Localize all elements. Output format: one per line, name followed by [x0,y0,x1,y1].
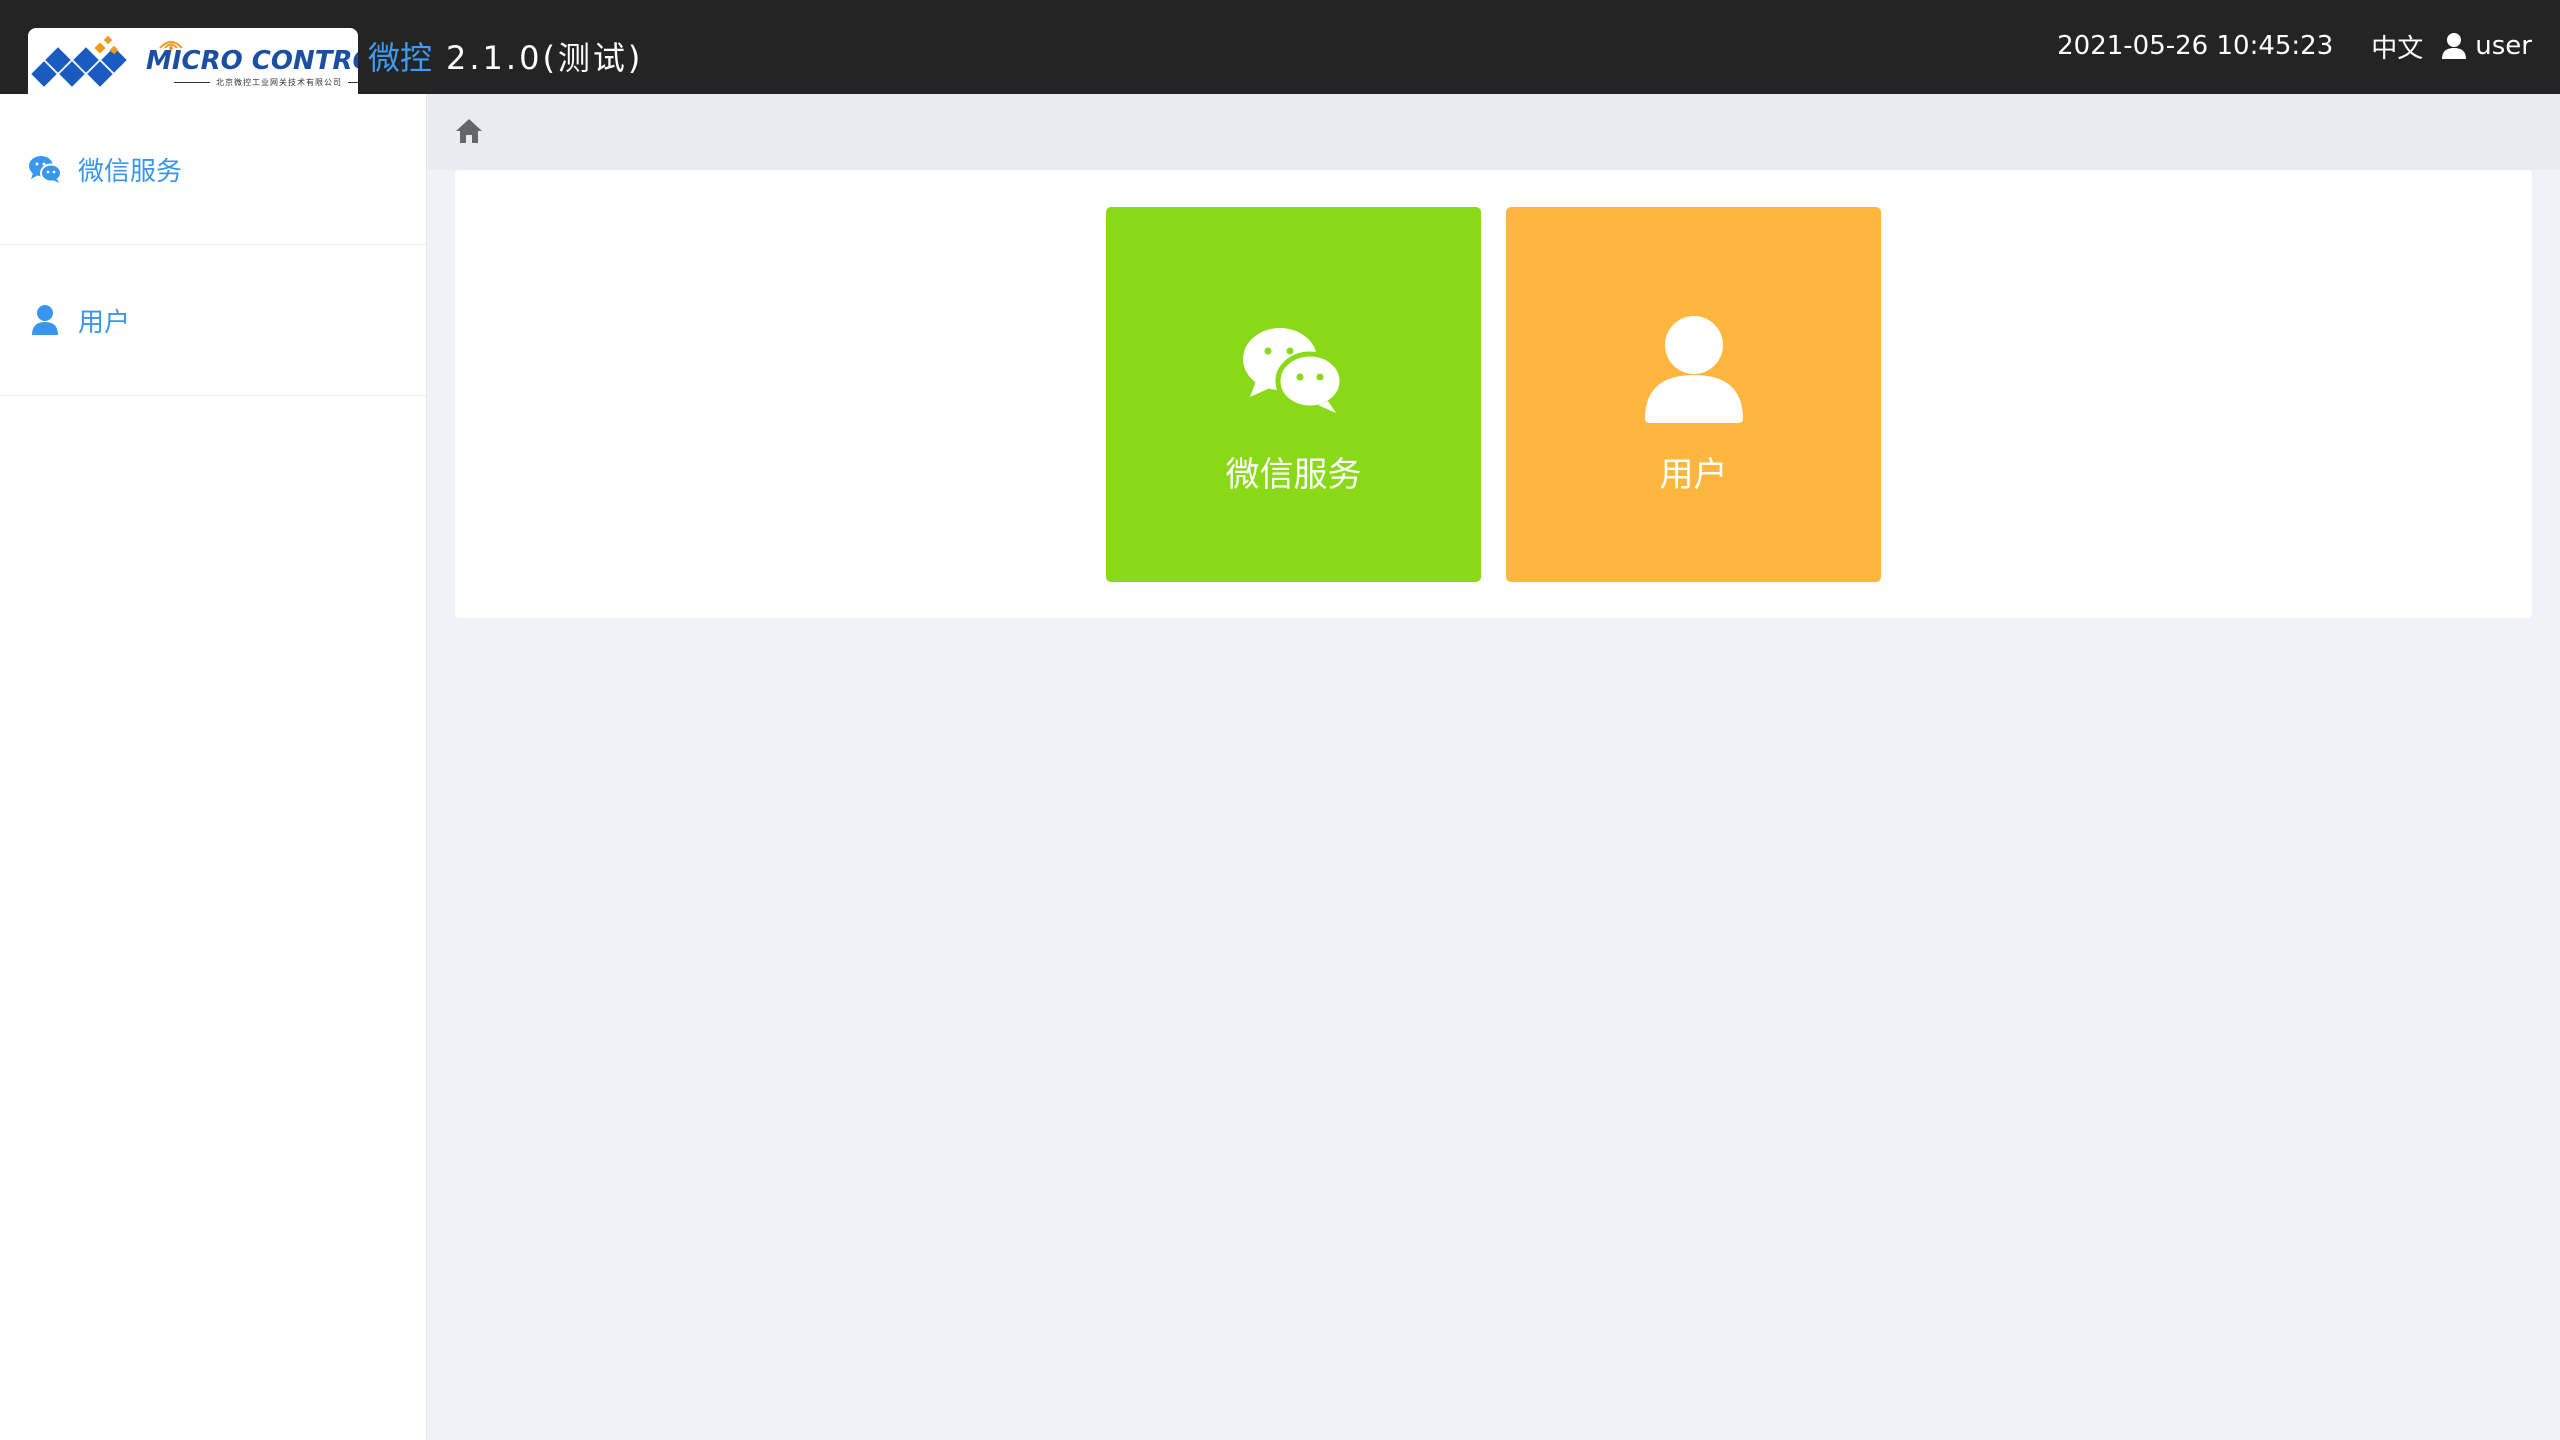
main-panel: 微信服务 用户 [455,170,2532,618]
wechat-icon [1106,325,1481,413]
tile-label: 微信服务 [1225,455,1362,495]
logo-diamonds-icon [31,35,127,87]
top-header: MICRO CONTROL 北京微控工业网关技术有限公司 微控 2.1.0(测试)… [0,0,2560,94]
wechat-icon [28,152,62,186]
app-brand: 微控 [368,39,433,77]
logo-text: MICRO CONTROL [146,46,358,76]
home-icon[interactable] [454,117,484,149]
sidebar: 微信服务 用户 [0,94,427,1440]
tile-user[interactable]: 用户 [1506,207,1881,582]
tile-wechat[interactable]: 微信服务 [1106,207,1481,582]
breadcrumb [428,94,2560,170]
sidebar-item-wechat[interactable]: 微信服务 [0,94,426,245]
username: user [2475,31,2532,61]
sidebar-item-user[interactable]: 用户 [0,245,426,396]
tile-label: 用户 [1659,455,1728,495]
app-version: 2.1.0(测试) [446,39,644,77]
language-switch[interactable]: 中文 [2371,28,2423,65]
user-icon [28,303,62,337]
datetime: 2021-05-26 10:45:23 [2057,31,2334,61]
user-icon [2442,33,2467,59]
logo-subtext: 北京微控工业网关技术有限公司 [168,77,358,88]
user-icon [1506,315,1881,423]
user-menu[interactable]: user [2441,31,2532,61]
sidebar-item-label: 微信服务 [78,156,183,187]
company-logo[interactable]: MICRO CONTROL 北京微控工业网关技术有限公司 [28,28,358,94]
sidebar-item-label: 用户 [78,307,131,338]
header-right: 2021-05-26 10:45:23 中文 user [2057,28,2532,64]
app-title: 微控 2.1.0(测试) [368,38,643,78]
